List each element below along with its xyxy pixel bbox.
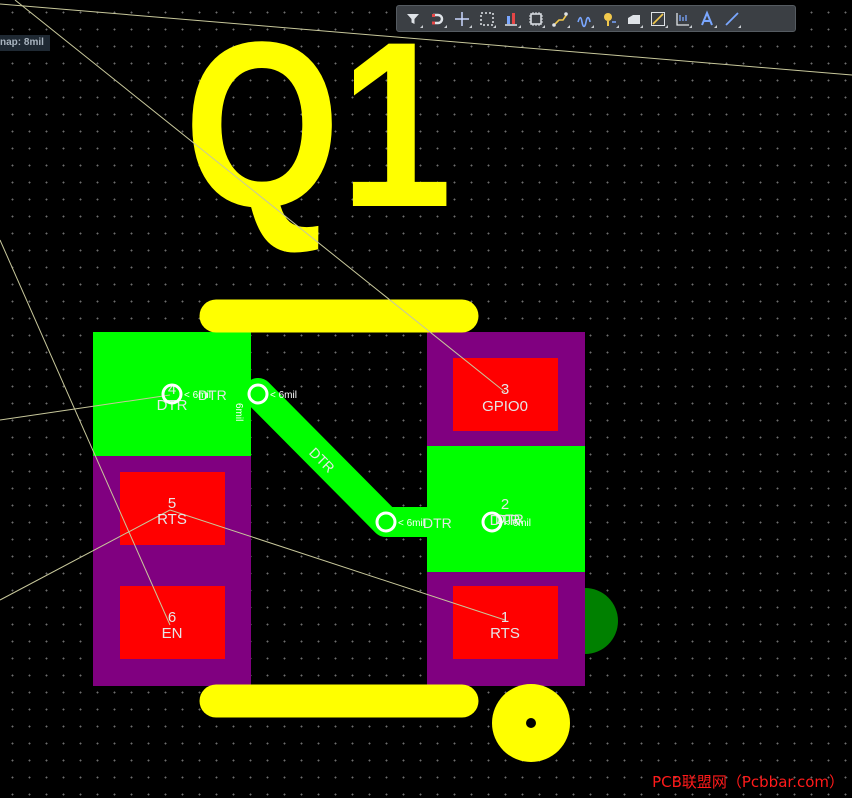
pad-5-net: RTS <box>157 511 187 528</box>
pcb-canvas[interactable]: Q1 3 GPIO0 2 DTR 1 RTS 4 DTR 5 RTS 6 EN … <box>0 0 852 798</box>
via-stitch-button[interactable] <box>646 7 671 31</box>
magnet-icon <box>431 13 443 24</box>
pin1-dot-center <box>526 718 536 728</box>
pad-3-number: 3 <box>501 381 509 398</box>
line-icon <box>725 11 739 26</box>
clearance-label-vertical: 6mil <box>233 403 244 421</box>
watermark-text: PCB联盟网（Pcbbar.com） <box>652 773 844 791</box>
filter-icon <box>407 13 420 24</box>
crosshair-icon <box>455 11 470 26</box>
pad-1-net: RTS <box>490 625 520 642</box>
pad-6-net: EN <box>162 625 183 642</box>
diff-pair-button[interactable] <box>573 7 598 31</box>
route-button[interactable] <box>548 7 573 31</box>
tune-length-button[interactable] <box>597 7 622 31</box>
filter-button[interactable] <box>401 7 426 31</box>
clearance-label: < 6mil <box>398 518 425 529</box>
via-stitch-icon <box>651 11 666 26</box>
component-button[interactable] <box>524 7 549 31</box>
pin1-indicator <box>585 588 618 654</box>
tune-length-icon <box>604 12 617 26</box>
pad-3-net: GPIO0 <box>482 398 528 415</box>
align-button[interactable] <box>499 7 524 31</box>
snap-magnet-button[interactable] <box>426 7 451 31</box>
clearance-label: < 6mil <box>504 518 531 529</box>
polygon-pour-button[interactable] <box>622 7 647 31</box>
component-icon <box>528 11 543 26</box>
select-rect-icon <box>480 11 494 26</box>
pad-1-number: 1 <box>501 609 509 626</box>
pad-5-number: 5 <box>168 495 176 512</box>
clearance-label: < 6mil <box>270 390 297 401</box>
diff-pair-icon <box>576 16 591 27</box>
clearance-label: < 6mil <box>184 390 211 401</box>
crosshair-button[interactable] <box>450 7 475 31</box>
polygon-pour-icon <box>627 14 640 24</box>
pad-4-net: DTR <box>157 397 188 414</box>
active-bar-toolbar <box>396 5 796 32</box>
snap-indicator: nap: 8mil <box>0 35 50 51</box>
select-rect-button[interactable] <box>475 7 500 31</box>
align-icon <box>505 12 518 26</box>
dtr-track[interactable] <box>243 378 442 537</box>
text-button[interactable] <box>695 7 720 31</box>
line-button[interactable] <box>720 7 745 31</box>
route-icon <box>552 11 569 27</box>
dimension-icon <box>676 12 689 26</box>
pcb-layout[interactable]: Q1 3 GPIO0 2 DTR 1 RTS 4 DTR 5 RTS 6 EN … <box>0 0 852 798</box>
text-icon <box>701 9 714 25</box>
dimension-button[interactable] <box>671 7 696 31</box>
net-label: DTR <box>423 515 452 531</box>
pad-6-number: 6 <box>168 609 176 626</box>
